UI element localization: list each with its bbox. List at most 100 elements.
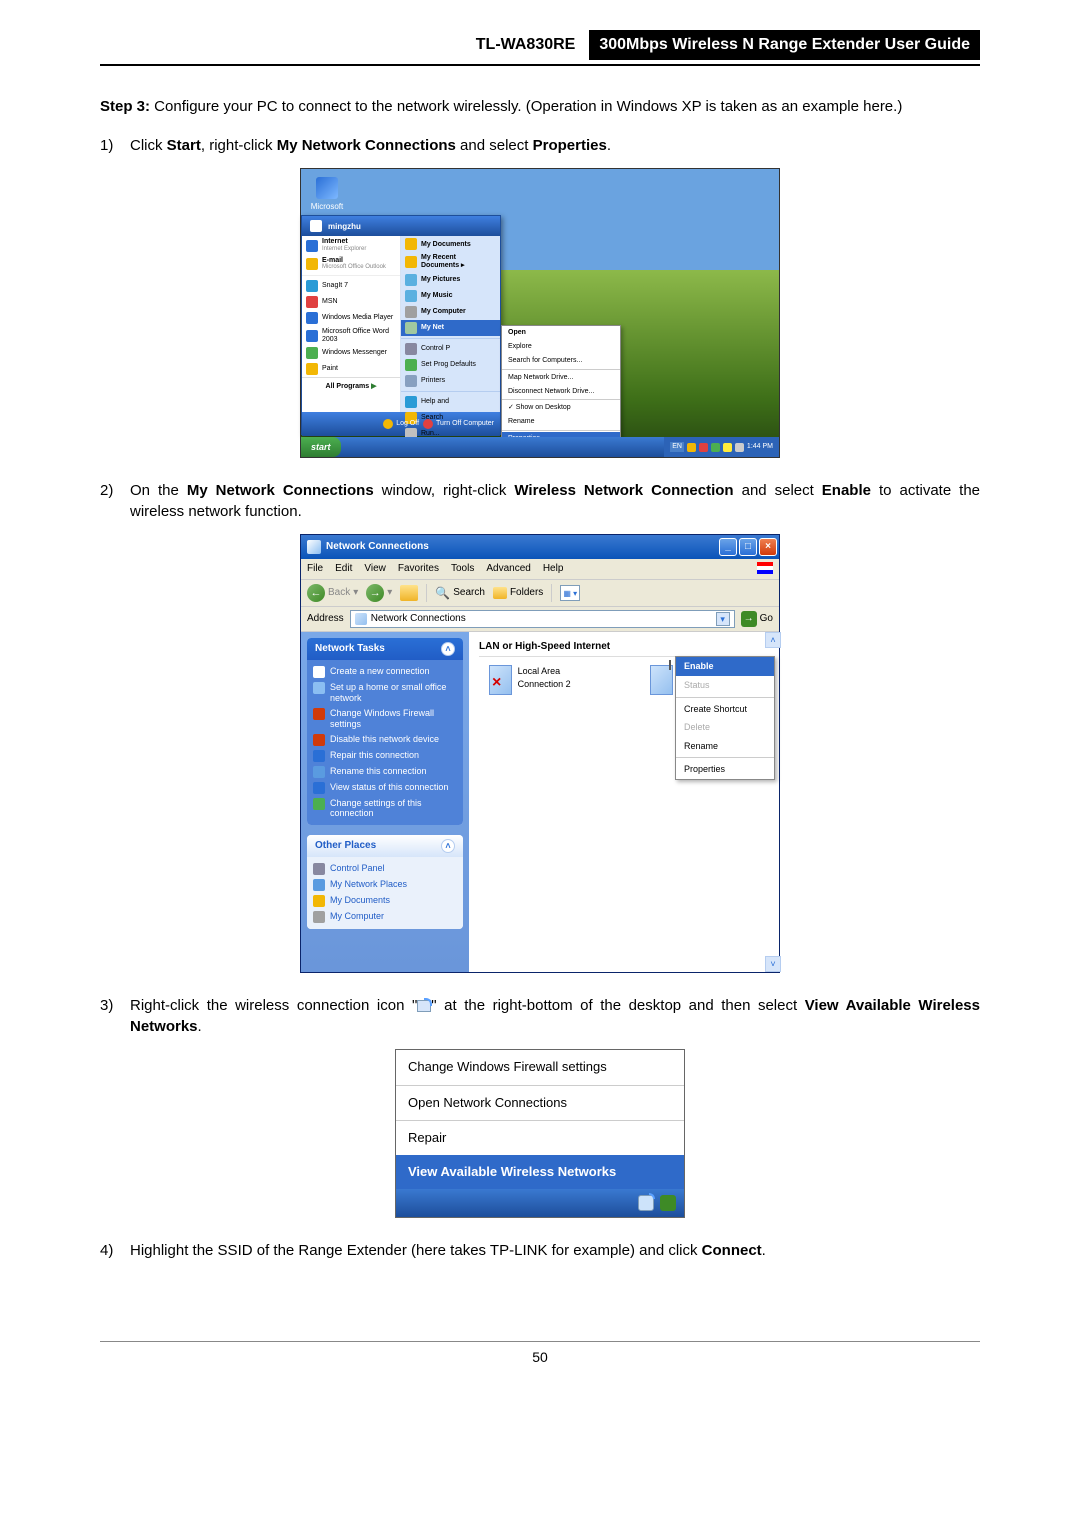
folders-button[interactable]: Folders <box>493 586 543 600</box>
search-button[interactable]: 🔍Search <box>435 585 485 602</box>
ctx-rename[interactable]: Rename <box>502 415 620 429</box>
tray-lang[interactable]: EN <box>670 442 684 452</box>
start-item-email[interactable]: E-mailMicrosoft Office Outlook <box>302 255 400 273</box>
group-header: LAN or High-Speed Internet <box>479 638 769 657</box>
maximize-button[interactable]: □ <box>739 538 757 556</box>
logoff-button[interactable]: Log Off <box>383 419 419 429</box>
address-dropdown[interactable]: ▾ <box>716 612 730 626</box>
views-button[interactable]: ▦ ▾ <box>560 585 580 601</box>
close-button[interactable]: × <box>759 538 777 556</box>
up-button[interactable] <box>400 585 418 601</box>
menu-tools[interactable]: Tools <box>451 562 474 576</box>
start-item-recent[interactable]: My Recent Documents ▸ <box>401 252 500 271</box>
taskbar: start EN 1:44 PM <box>301 437 779 457</box>
place-mycomputer[interactable]: My Computer <box>313 909 457 925</box>
cm-rename[interactable]: Rename <box>676 737 774 756</box>
task-setup[interactable]: Set up a home or small office network <box>313 680 457 706</box>
step-1: 1) Click Start, right-click My Network C… <box>100 135 980 156</box>
menu-view[interactable]: View <box>364 562 386 576</box>
start-item-mypics[interactable]: My Pictures <box>401 272 500 288</box>
tray-context-menu: Change Windows Firewall settings Open Ne… <box>396 1050 684 1189</box>
start-item-printers[interactable]: Printers <box>401 373 500 389</box>
menu-help[interactable]: Help <box>543 562 564 576</box>
tm-view-networks[interactable]: View Available Wireless Networks <box>396 1155 684 1189</box>
lan-icon: × <box>489 665 512 695</box>
start-item-internet[interactable]: InternetInternet Explorer <box>302 236 400 254</box>
context-menu-wireless: Enable Status Create Shortcut Delete Ren… <box>675 656 775 780</box>
scroll-up[interactable]: ˄ <box>765 632 781 648</box>
cm-shortcut[interactable]: Create Shortcut <box>676 700 774 719</box>
forward-button[interactable]: → ▾ <box>366 584 392 602</box>
collapse-icon[interactable]: ˄ <box>441 839 455 853</box>
task-create[interactable]: Create a new connection <box>313 664 457 680</box>
task-settings[interactable]: Change settings of this connection <box>313 796 457 822</box>
menu-edit[interactable]: Edit <box>335 562 352 576</box>
start-item-mymusic[interactable]: My Music <box>401 288 500 304</box>
figure-tray-menu: Change Windows Firewall settings Open Ne… <box>100 1049 980 1218</box>
start-button[interactable]: start <box>301 437 341 457</box>
go-button[interactable]: →Go <box>741 611 773 627</box>
scroll-down[interactable]: ˅ <box>765 956 781 972</box>
tm-open[interactable]: Open Network Connections <box>396 1086 684 1120</box>
task-firewall[interactable]: Change Windows Firewall settings <box>313 706 457 732</box>
start-item-word[interactable]: Microsoft Office Word 2003 <box>302 326 400 345</box>
collapse-icon[interactable]: ˄ <box>441 642 455 656</box>
tray-icon[interactable] <box>723 443 732 452</box>
system-tray: EN 1:44 PM <box>664 437 779 457</box>
windows-flag-icon <box>757 562 773 574</box>
task-rename[interactable]: Rename this connection <box>313 764 457 780</box>
cm-properties[interactable]: Properties <box>676 760 774 779</box>
menu-favorites[interactable]: Favorites <box>398 562 439 576</box>
start-item-msn[interactable]: MSN <box>302 294 400 310</box>
task-repair[interactable]: Repair this connection <box>313 748 457 764</box>
tm-repair[interactable]: Repair <box>396 1121 684 1155</box>
tray-icon[interactable] <box>711 443 720 452</box>
start-item-setprog[interactable]: Set Prog Defaults <box>401 357 500 373</box>
turnoff-button[interactable]: Turn Off Computer <box>423 419 494 429</box>
start-item-mynetwork[interactable]: My Net <box>401 320 500 336</box>
start-item-help[interactable]: Help and <box>401 394 500 410</box>
start-item-wmp[interactable]: Windows Media Player <box>302 310 400 326</box>
ctx-map[interactable]: Map Network Drive... <box>502 371 620 385</box>
start-item-messenger[interactable]: Windows Messenger <box>302 345 400 361</box>
ctx-explore[interactable]: Explore <box>502 340 620 354</box>
sidebar: Network Tasks˄ Create a new connection S… <box>301 632 469 972</box>
menu-file[interactable]: File <box>307 562 323 576</box>
ctx-disconnect[interactable]: Disconnect Network Drive... <box>502 385 620 399</box>
panel-network-tasks: Network Tasks˄ Create a new connection S… <box>307 638 463 825</box>
tray-icon[interactable] <box>735 443 744 452</box>
start-item-snagit[interactable]: SnagIt 7 <box>302 278 400 294</box>
main-pane: ˄ ˅ LAN or High-Speed Internet × Local A… <box>469 632 779 972</box>
all-programs[interactable]: All Programs ▶ <box>302 377 400 396</box>
conn-lan[interactable]: × Local Area Connection 2 <box>489 665 590 715</box>
tm-firewall[interactable]: Change Windows Firewall settings <box>396 1050 684 1084</box>
place-networkplaces[interactable]: My Network Places <box>313 877 457 893</box>
back-button[interactable]: ←Back ▾ <box>307 584 358 602</box>
ctx-open[interactable]: Open <box>502 326 620 340</box>
start-item-controlpanel[interactable]: Control P <box>401 341 500 357</box>
doc-header: TL-WA830RE 300Mbps Wireless N Range Exte… <box>100 30 980 66</box>
start-menu-right: My Documents My Recent Documents ▸ My Pi… <box>401 236 500 412</box>
ctx-search[interactable]: Search for Computers... <box>502 354 620 368</box>
start-item-mycomputer[interactable]: My Computer <box>401 304 500 320</box>
address-input[interactable]: Network Connections ▾ <box>350 610 735 628</box>
task-disable[interactable]: Disable this network device <box>313 732 457 748</box>
system-tray-strip <box>396 1189 684 1217</box>
tray-icon[interactable] <box>699 443 708 452</box>
place-controlpanel[interactable]: Control Panel <box>313 861 457 877</box>
start-item-paint[interactable]: Paint <box>302 361 400 377</box>
step-4: 4) Highlight the SSID of the Range Exten… <box>100 1240 980 1261</box>
place-mydocs[interactable]: My Documents <box>313 893 457 909</box>
ctx-showdesktop[interactable]: ✓ Show on Desktop <box>502 401 620 415</box>
cm-enable[interactable]: Enable <box>676 657 774 676</box>
tray-icon[interactable] <box>687 443 696 452</box>
task-status[interactable]: View status of this connection <box>313 780 457 796</box>
minimize-button[interactable]: _ <box>719 538 737 556</box>
start-item-mydocs[interactable]: My Documents <box>401 236 500 252</box>
step3-paragraph: Step 3: Configure your PC to connect to … <box>100 96 980 117</box>
tray-icon[interactable] <box>660 1195 676 1211</box>
figure-start-menu: Microsoft Paint mingzhu InternetInternet… <box>100 168 980 458</box>
wireless-tray-icon[interactable] <box>638 1195 654 1211</box>
app-icon <box>307 540 321 554</box>
menu-advanced[interactable]: Advanced <box>486 562 530 576</box>
